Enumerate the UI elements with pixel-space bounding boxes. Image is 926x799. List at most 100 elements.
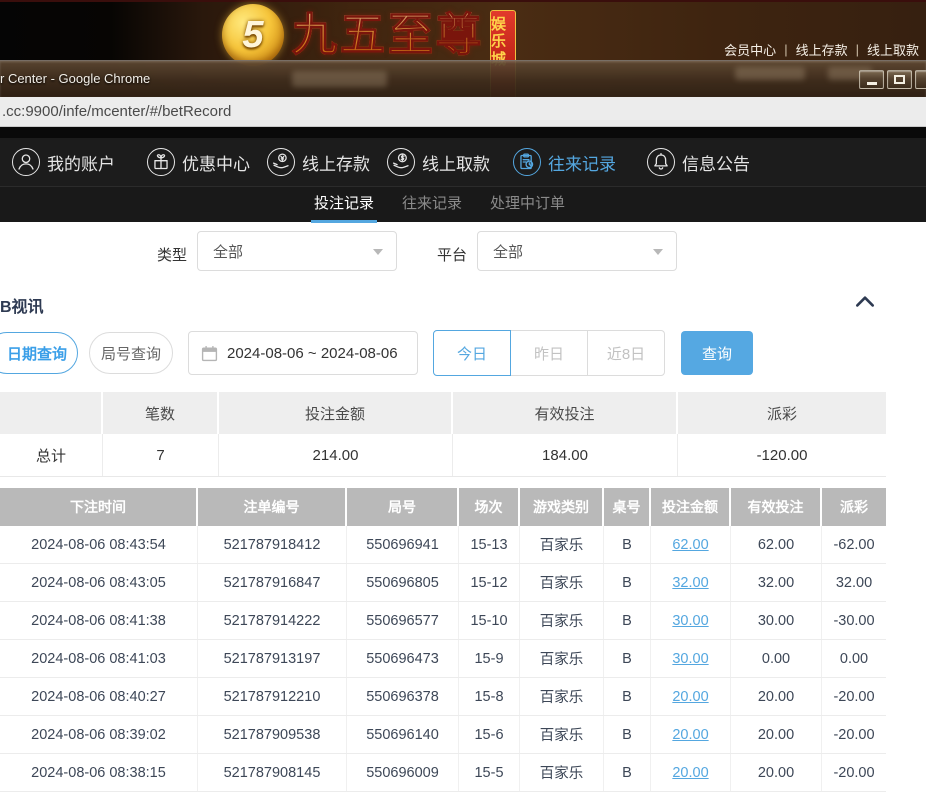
bet-amount-link[interactable]: 20.00 (672, 689, 708, 705)
cell-bet-time: 2024-08-06 08:41:03 (0, 640, 198, 677)
bet-amount-link[interactable]: 20.00 (672, 765, 708, 781)
nav-item-online-deposit[interactable]: 线上存款 (267, 138, 370, 186)
quick-range-group: 今日 昨日 近8日 (433, 330, 665, 376)
date-range-value: 2024-08-06 ~ 2024-08-06 (227, 345, 398, 362)
cell-table-number: B (604, 754, 651, 791)
nav-item-transaction-records[interactable]: 往来记录 (513, 138, 616, 186)
cell-valid-bet: 0.00 (731, 640, 822, 677)
summary-header-bet-amount: 投注金额 (219, 392, 453, 434)
record-tabs: 投注记录 往来记录 处理中订单 (0, 186, 926, 222)
platform-select[interactable]: 全部 (477, 231, 677, 271)
round-query-button[interactable]: 局号查询 (89, 332, 173, 374)
cell-bet-amount: 30.00 (651, 602, 731, 639)
summary-table: 笔数 投注金额 有效投注 派彩 总计 7 214.00 184.00 -120.… (0, 392, 886, 477)
tab-bet-records[interactable]: 投注记录 (314, 187, 374, 223)
maximize-button[interactable] (887, 70, 912, 89)
cell-order-number: 521787916847 (198, 564, 347, 601)
cell-round-number: 550696473 (347, 640, 459, 677)
bet-amount-link[interactable]: 20.00 (672, 727, 708, 743)
summary-header-payout: 派彩 (678, 392, 886, 434)
tab-pending-orders[interactable]: 处理中订单 (490, 187, 565, 223)
search-button[interactable]: 查询 (681, 331, 753, 375)
cell-valid-bet: 20.00 (731, 754, 822, 791)
address-bar[interactable]: .cc:9900/infe/mcenter/#/betRecord (0, 97, 926, 127)
type-select[interactable]: 全部 (197, 231, 397, 271)
window-titlebar: r Center - Google Chrome (0, 60, 926, 97)
summary-count-value: 7 (103, 434, 219, 476)
banner-link-withdraw[interactable]: 线上取款 (867, 40, 919, 59)
col-valid-bet: 有效投注 (731, 488, 822, 526)
cell-session: 15-13 (459, 526, 520, 563)
cell-table-number: B (604, 678, 651, 715)
col-session: 场次 (459, 488, 520, 526)
cell-bet-amount: 20.00 (651, 716, 731, 753)
cell-order-number: 521787909538 (198, 716, 347, 753)
date-range-input[interactable]: 2024-08-06 ~ 2024-08-06 (188, 331, 418, 375)
collapse-section-button[interactable] (854, 292, 880, 314)
nav-item-my-account[interactable]: 我的账户 (12, 138, 115, 186)
banner-link-deposit[interactable]: 线上存款 (796, 40, 848, 59)
close-button[interactable] (915, 70, 926, 89)
cell-bet-amount: 32.00 (651, 564, 731, 601)
user-icon (12, 148, 40, 176)
bell-icon (647, 148, 675, 176)
table-row: 2024-08-06 08:43:05 521787916847 5506968… (0, 564, 886, 602)
col-round-number: 局号 (347, 488, 459, 526)
date-query-button[interactable]: 日期查询 (0, 332, 78, 374)
cell-game-type: 百家乐 (520, 754, 604, 791)
summary-bet-amount-value: 214.00 (219, 434, 453, 476)
cell-valid-bet: 20.00 (731, 678, 822, 715)
col-game-type: 游戏类别 (520, 488, 604, 526)
tab-transaction-records[interactable]: 往来记录 (402, 187, 462, 223)
banner-link-member-center[interactable]: 会员中心 (724, 40, 776, 59)
minimize-button[interactable] (859, 70, 884, 89)
cell-payout: -62.00 (822, 526, 886, 563)
cell-order-number: 521787913197 (198, 640, 347, 677)
cell-bet-time: 2024-08-06 08:43:05 (0, 564, 198, 601)
col-payout: 派彩 (822, 488, 886, 526)
logo-title: 九五至尊 (292, 12, 484, 57)
cell-game-type: 百家乐 (520, 640, 604, 677)
table-row: 2024-08-06 08:38:15 521787908145 5506960… (0, 754, 886, 792)
withdraw-hand-icon (387, 148, 415, 176)
caret-down-icon (653, 249, 663, 255)
bet-amount-link[interactable]: 30.00 (672, 651, 708, 667)
blurred-flourish (292, 71, 387, 87)
table-row: 2024-08-06 08:43:54 521787918412 5506969… (0, 526, 886, 564)
section-title: B视讯 (0, 293, 44, 317)
bet-amount-link[interactable]: 30.00 (672, 613, 708, 629)
cell-round-number: 550696805 (347, 564, 459, 601)
cell-payout: -20.00 (822, 716, 886, 753)
last-8-days-button[interactable]: 近8日 (587, 330, 665, 376)
cell-session: 15-8 (459, 678, 520, 715)
summary-valid-bet-value: 184.00 (453, 434, 678, 476)
cell-round-number: 550696941 (347, 526, 459, 563)
url-text: .cc:9900/infe/mcenter/#/betRecord (2, 103, 231, 120)
nav-label: 线上存款 (302, 150, 370, 175)
window-title: r Center - Google Chrome (0, 71, 150, 86)
cell-valid-bet: 32.00 (731, 564, 822, 601)
maximize-icon (894, 75, 905, 84)
platform-filter-label: 平台 (437, 244, 467, 265)
col-bet-amount: 投注金额 (651, 488, 731, 526)
bet-amount-link[interactable]: 62.00 (672, 537, 708, 553)
cell-session: 15-6 (459, 716, 520, 753)
nav-item-announcements[interactable]: 信息公告 (647, 138, 750, 186)
cell-bet-amount: 20.00 (651, 754, 731, 791)
nav-item-promotions[interactable]: 优惠中心 (147, 138, 250, 186)
nav-item-online-withdraw[interactable]: 线上取款 (387, 138, 490, 186)
today-button[interactable]: 今日 (433, 330, 511, 376)
cell-bet-amount: 20.00 (651, 678, 731, 715)
cell-order-number: 521787918412 (198, 526, 347, 563)
table-header-row: 下注时间 注单编号 局号 场次 游戏类别 桌号 投注金额 有效投注 派彩 (0, 488, 886, 526)
yesterday-button[interactable]: 昨日 (510, 330, 588, 376)
cell-table-number: B (604, 716, 651, 753)
cell-order-number: 521787908145 (198, 754, 347, 791)
cell-bet-time: 2024-08-06 08:38:15 (0, 754, 198, 791)
cell-valid-bet: 30.00 (731, 602, 822, 639)
bet-amount-link[interactable]: 32.00 (672, 575, 708, 591)
col-table-number: 桌号 (604, 488, 651, 526)
caret-down-icon (373, 249, 383, 255)
cell-session: 15-9 (459, 640, 520, 677)
records-clipboard-icon (513, 148, 541, 176)
